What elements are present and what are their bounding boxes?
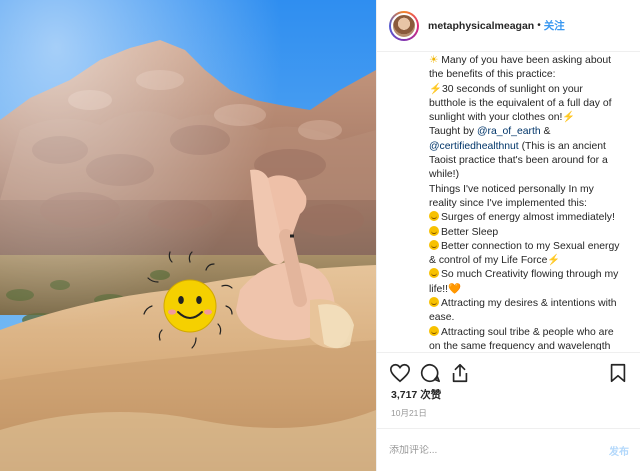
orange-heart-icon: 🧡 <box>448 283 462 295</box>
post-header: metaphysicalmeagan • 关注 <box>377 0 640 52</box>
share-icon[interactable] <box>449 362 471 384</box>
avatar-story-ring[interactable] <box>389 10 419 41</box>
post-date[interactable]: 10月21日 <box>391 407 427 419</box>
smile-icon <box>429 297 439 308</box>
caption-line: ⚡30 seconds of sunlight on your <box>429 83 583 95</box>
caption-line: butthole is the equivalent of a full day… <box>429 97 612 109</box>
desert-rock-scene <box>0 0 376 471</box>
smile-icon <box>429 211 439 222</box>
comment-bar: 发布 <box>377 428 640 471</box>
bookmark-icon[interactable] <box>607 362 629 384</box>
mention-link-ra-of-earth[interactable]: @ra_of_earth <box>477 126 541 137</box>
instagram-post: metaphysicalmeagan • 关注 ☀ Many of you ha… <box>0 0 640 471</box>
post-photo[interactable] <box>0 0 376 471</box>
smile-icon <box>429 325 439 336</box>
smile-icon <box>429 225 439 236</box>
caption-line: the benefits of this practice: <box>429 69 556 81</box>
caption-line: Things I've noticed personally In my <box>429 183 594 195</box>
caption-line: Attracting my desires & intentions with <box>429 297 635 311</box>
comment-input[interactable] <box>389 444 609 456</box>
header-separator: • <box>537 20 541 31</box>
caption-line: while!) <box>429 169 460 181</box>
caption-line: & control of my Life Force⚡ <box>429 255 561 267</box>
caption-line: Taught by @ra_of_earth & <box>429 126 551 138</box>
post-caption: ☀ Many of you have been asking about the… <box>429 54 635 350</box>
username[interactable]: metaphysicalmeagan <box>428 20 534 32</box>
lightning-icon: ⚡ <box>547 255 561 267</box>
caption-line: Taoist practice that's been around for a <box>429 155 608 167</box>
caption-line: Better Sleep <box>429 225 635 240</box>
caption-line: @certifiedhealthnut (This is an ancient <box>429 140 606 152</box>
follow-button[interactable]: 关注 <box>544 18 565 33</box>
caption-line: life!!🧡 <box>429 283 462 295</box>
comment-icon[interactable] <box>419 362 441 384</box>
caption-line: Better connection to my Sexual energy <box>429 239 635 254</box>
heart-icon[interactable] <box>389 362 411 384</box>
caption-line: ease. <box>429 312 455 324</box>
action-bar <box>377 352 640 392</box>
caption-line: So much Creativity flowing through my <box>429 268 635 282</box>
mention-link-certifiedhealthnut[interactable]: @certifiedhealthnut <box>429 141 519 152</box>
caption-line: Attracting soul tribe & people who are <box>429 325 635 340</box>
caption-line: sunlight with your clothes on!⚡ <box>429 112 576 124</box>
post-side-panel: metaphysicalmeagan • 关注 ☀ Many of you ha… <box>376 0 640 471</box>
like-count[interactable]: 3,717 次赞 <box>391 387 441 402</box>
caption-line: reality since I've implemented this: <box>429 197 587 209</box>
lightning-icon: ⚡ <box>562 112 576 124</box>
caption-line: ☀ Many of you have been asking about <box>429 55 612 66</box>
avatar[interactable] <box>391 12 417 39</box>
caption-line: on the same frequency and wavelength <box>429 340 611 350</box>
post-comment-button[interactable]: 发布 <box>609 443 629 458</box>
lightning-icon: ⚡ <box>429 83 442 95</box>
smile-icon <box>429 239 439 250</box>
smile-icon <box>429 268 439 279</box>
sun-icon: ☀ <box>429 55 439 66</box>
caption-line: Surges of energy almost immediately! <box>429 211 635 225</box>
